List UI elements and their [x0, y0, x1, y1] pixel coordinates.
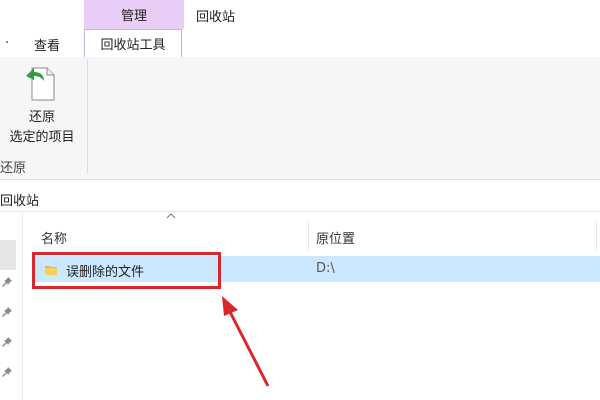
annotation-highlight-box	[32, 252, 221, 289]
restore-label-line2: 选定的项目	[9, 130, 75, 145]
sort-up-icon	[166, 212, 176, 223]
window-title: 回收站	[196, 10, 236, 25]
ribbon-panel	[0, 57, 600, 180]
address-path: 回收站	[0, 194, 40, 209]
tab-file-fragment[interactable]	[0, 33, 8, 51]
column-separator[interactable]	[308, 222, 309, 250]
address-bar[interactable]	[0, 187, 600, 212]
restore-selected-button[interactable]: 还原 选定的项目	[2, 60, 82, 152]
ribbon-group-divider	[87, 60, 88, 174]
pin-icon[interactable]	[1, 366, 13, 381]
file-original-location: D:\	[316, 261, 335, 276]
column-header-original-location[interactable]: 原位置	[316, 228, 355, 247]
context-tab-manage[interactable]: 管理	[84, 0, 184, 29]
ribbon-group-label: 还原	[0, 161, 27, 176]
pin-icon[interactable]	[1, 306, 13, 321]
tab-view[interactable]: 查看	[34, 35, 60, 54]
nav-selected-item[interactable]	[0, 240, 16, 270]
tab-recycle-bin-tools[interactable]: 回收站工具	[84, 29, 182, 58]
column-header-name[interactable]: 名称	[41, 228, 67, 247]
pin-icon[interactable]	[1, 336, 13, 351]
column-header-row	[30, 222, 600, 250]
pin-icon[interactable]	[1, 276, 13, 291]
pane-divider[interactable]	[22, 212, 23, 400]
column-separator[interactable]	[596, 222, 597, 250]
restore-file-icon	[22, 64, 58, 106]
tab-edge-icon	[6, 41, 8, 43]
annotation-arrow-icon	[222, 296, 270, 387]
restore-label-line1: 还原	[28, 110, 55, 125]
